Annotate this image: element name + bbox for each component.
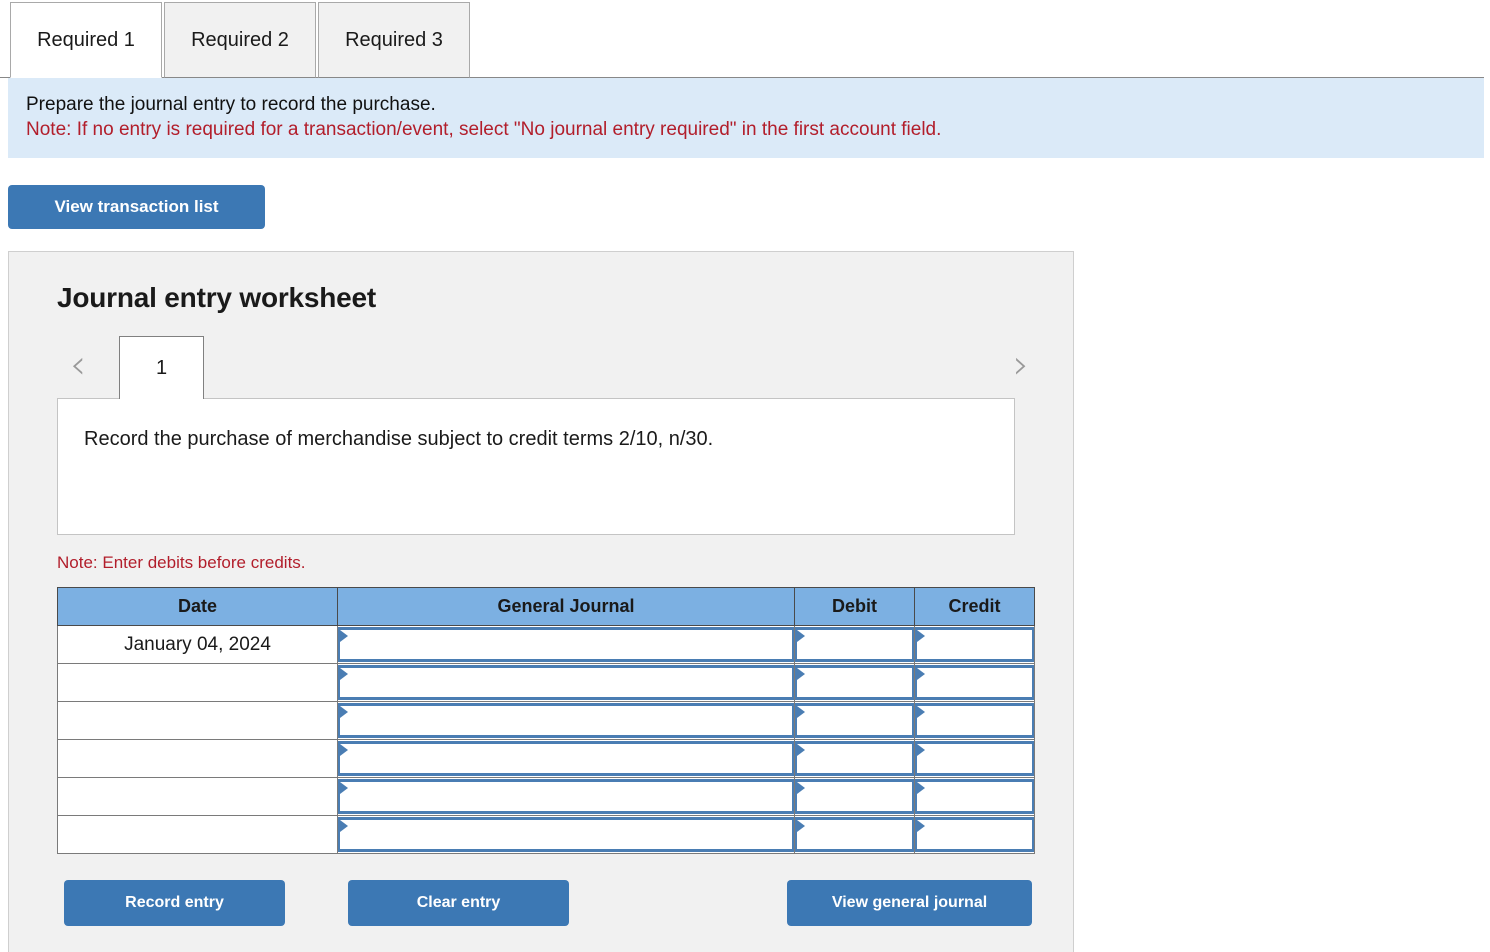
debits-before-credits-note: Note: Enter debits before credits. [57,553,306,572]
general-journal-input[interactable] [338,665,794,700]
date-cell[interactable] [57,739,338,778]
table-row [57,777,1035,816]
debit-cell[interactable] [794,815,915,854]
worksheet-pager: ‹ 1 › [9,336,1073,399]
dropdown-marker-icon [797,668,805,680]
dropdown-marker-icon [917,820,925,832]
table-row [57,701,1035,740]
date-cell[interactable] [57,815,338,854]
general-journal-input[interactable] [338,627,794,662]
dropdown-marker-icon [340,744,348,756]
required-tab-strip: Required 1 Required 2 Required 3 [0,0,1490,78]
credit-cell[interactable] [914,701,1035,740]
credit-input[interactable] [915,779,1034,814]
worksheet-page-tab-1[interactable]: 1 [119,336,204,399]
general-journal-cell[interactable] [337,663,795,702]
general-journal-cell[interactable] [337,625,795,664]
date-cell[interactable]: January 04, 2024 [57,625,338,664]
dropdown-marker-icon [340,668,348,680]
credit-cell[interactable] [914,663,1035,702]
date-cell[interactable] [57,701,338,740]
table-row: January 04, 2024 [57,625,1035,664]
worksheet-page-tab-1-label: 1 [155,356,168,379]
debit-input[interactable] [795,817,914,852]
tab-required-3[interactable]: Required 3 [318,2,470,78]
general-journal-input[interactable] [338,703,794,738]
tab-required-1[interactable]: Required 1 [10,2,162,78]
general-journal-cell[interactable] [337,777,795,816]
table-header-row: Date General Journal Debit Credit [57,587,1035,626]
column-header-date: Date [57,587,338,626]
chevron-right-icon[interactable]: › [1004,345,1038,385]
debit-cell[interactable] [794,739,915,778]
dropdown-marker-icon [797,820,805,832]
debit-input[interactable] [795,665,914,700]
worksheet-action-bar: Record entry Clear entry View general jo… [57,880,1034,926]
date-cell[interactable] [57,777,338,816]
dropdown-marker-icon [917,782,925,794]
table-row [57,663,1035,702]
date-cell[interactable] [57,663,338,702]
dropdown-marker-icon [797,630,805,642]
debit-input[interactable] [795,779,914,814]
tab-required-2-label: Required 2 [191,29,289,51]
column-header-debit: Debit [794,587,915,626]
instruction-note-text: Note: If no entry is required for a tran… [26,119,942,140]
tab-required-3-label: Required 3 [345,29,443,51]
clear-entry-button[interactable]: Clear entry [348,880,569,926]
credit-input[interactable] [915,627,1034,662]
column-header-general-journal: General Journal [337,587,795,626]
debit-input[interactable] [795,703,914,738]
dropdown-marker-icon [340,630,348,642]
credit-input[interactable] [915,741,1034,776]
dropdown-marker-icon [340,782,348,794]
dropdown-marker-icon [340,820,348,832]
credit-input[interactable] [915,703,1034,738]
dropdown-marker-icon [917,706,925,718]
view-general-journal-button[interactable]: View general journal [787,880,1032,926]
journal-entry-table: Date General Journal Debit Credit Januar… [57,587,1035,854]
instruction-main-text: Prepare the journal entry to record the … [26,94,436,115]
dropdown-marker-icon [917,744,925,756]
instruction-banner: Prepare the journal entry to record the … [8,78,1484,158]
credit-cell[interactable] [914,625,1035,664]
general-journal-cell[interactable] [337,815,795,854]
debit-cell[interactable] [794,625,915,664]
table-row [57,815,1035,854]
transaction-description-box: Record the purchase of merchandise subje… [57,398,1015,535]
credit-input[interactable] [915,665,1034,700]
general-journal-input[interactable] [338,741,794,776]
dropdown-marker-icon [797,782,805,794]
dropdown-marker-icon [340,706,348,718]
general-journal-cell[interactable] [337,701,795,740]
journal-entry-worksheet-panel: Journal entry worksheet ‹ 1 › Record the… [8,251,1074,952]
credit-cell[interactable] [914,739,1035,778]
view-transaction-list-button[interactable]: View transaction list [8,185,265,229]
transaction-description-text: Record the purchase of merchandise subje… [84,428,714,450]
general-journal-input[interactable] [338,779,794,814]
dropdown-marker-icon [797,706,805,718]
general-journal-cell[interactable] [337,739,795,778]
dropdown-marker-icon [917,630,925,642]
tab-required-2[interactable]: Required 2 [164,2,316,78]
table-row [57,739,1035,778]
column-header-credit: Credit [914,587,1035,626]
credit-cell[interactable] [914,777,1035,816]
chevron-left-icon[interactable]: ‹ [61,345,95,385]
general-journal-input[interactable] [338,817,794,852]
debit-cell[interactable] [794,701,915,740]
dropdown-marker-icon [917,668,925,680]
dropdown-marker-icon [797,744,805,756]
debit-cell[interactable] [794,777,915,816]
record-entry-button[interactable]: Record entry [64,880,285,926]
debit-input[interactable] [795,741,914,776]
debit-input[interactable] [795,627,914,662]
worksheet-title: Journal entry worksheet [57,282,377,313]
tab-required-1-label: Required 1 [37,29,135,51]
credit-cell[interactable] [914,815,1035,854]
debit-cell[interactable] [794,663,915,702]
credit-input[interactable] [915,817,1034,852]
